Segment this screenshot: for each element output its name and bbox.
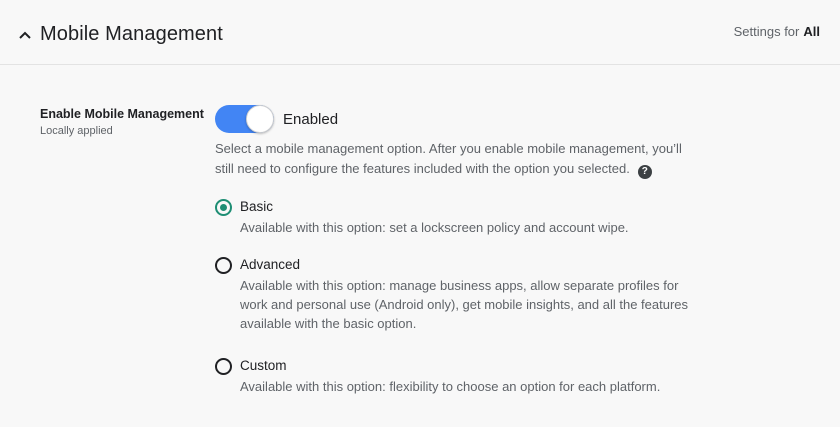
section-header: Mobile Management Settings for All [0,0,840,65]
option-description: Available with this option: flexibility … [240,379,661,394]
enable-toggle[interactable] [215,105,274,133]
toggle-state-label: Enabled [283,111,339,128]
option-description: Available with this option: set a locksc… [240,220,629,235]
setting-description: Select a mobile management option. After… [215,139,695,179]
chevron-up-icon[interactable] [16,26,34,44]
help-icon[interactable]: ? [637,165,652,179]
option-title: Advanced [240,257,301,272]
setting-sublabel: Locally applied [40,125,113,137]
toggle-knob [246,105,274,133]
option-description: Available with this option: manage busin… [240,278,689,331]
description-text: Select a mobile management option. After… [215,141,682,176]
setting-label: Enable Mobile Management [40,107,204,121]
option-title: Basic [240,199,274,214]
radio-advanced[interactable] [215,257,232,274]
radio-custom[interactable] [215,358,232,375]
page-title: Mobile Management [40,23,223,45]
option-title: Custom [240,358,287,373]
radio-basic[interactable] [215,199,232,216]
settings-for-label: Settings for [733,24,800,39]
settings-scope-value[interactable]: All [803,24,820,39]
settings-scope: Settings for All [734,24,820,39]
